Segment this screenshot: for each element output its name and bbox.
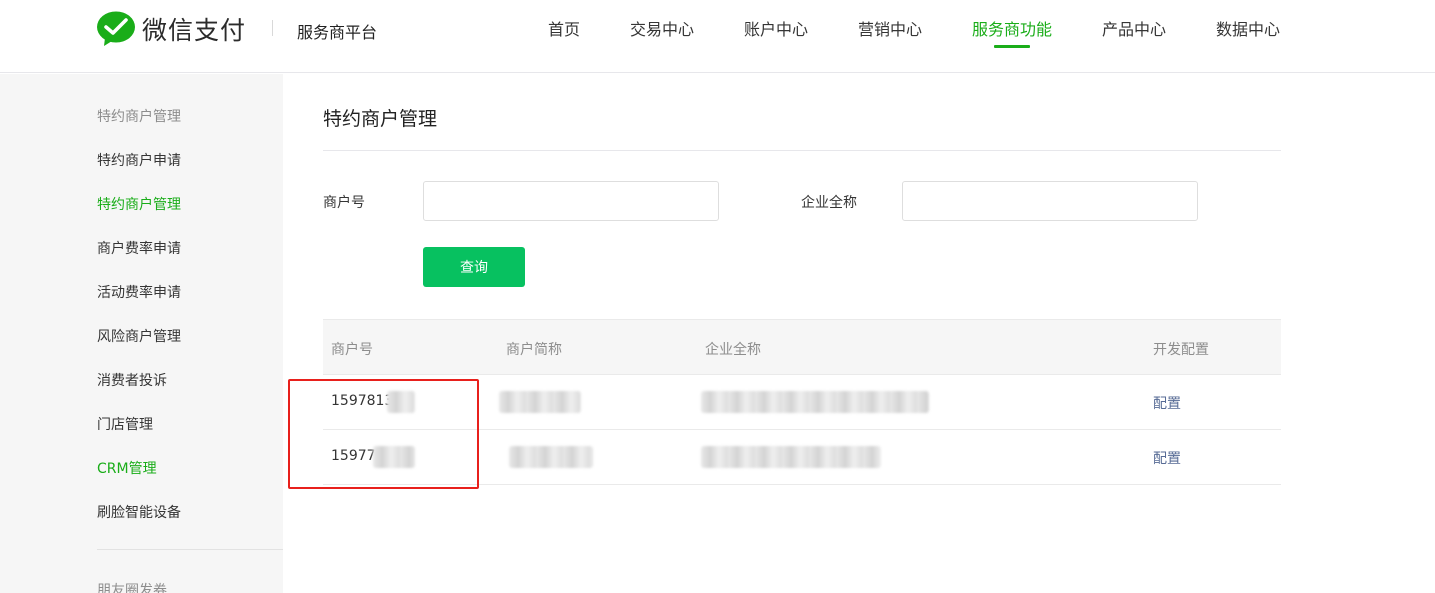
- sidebar-item-merchant-application[interactable]: 特约商户申请: [97, 150, 181, 170]
- sidebar-item-risk-merchant-management[interactable]: 风险商户管理: [97, 326, 181, 346]
- column-header-dev-config: 开发配置: [1153, 342, 1209, 358]
- top-header: 微信支付 服务商平台 首页 交易中心 账户中心 营销中心 服务商功能 产品中心 …: [0, 0, 1435, 73]
- redacted-short-name: [499, 391, 581, 413]
- redacted-short-name: [509, 446, 593, 468]
- nav-service-provider-functions[interactable]: 服务商功能: [972, 16, 1052, 40]
- sidebar-group-title-moments-coupons: 朋友圈发券: [97, 583, 167, 593]
- column-header-company-full-name: 企业全称: [705, 342, 761, 358]
- title-divider: [323, 150, 1281, 151]
- merchant-no-cell: 15977: [331, 448, 376, 464]
- sidebar-item-crm-management[interactable]: CRM管理: [97, 458, 157, 478]
- sidebar-divider: [97, 549, 283, 550]
- redacted-company-name: [701, 446, 881, 468]
- sidebar-item-face-pay-devices[interactable]: 刷脸智能设备: [97, 502, 181, 522]
- nav-home[interactable]: 首页: [548, 16, 580, 40]
- sidebar-item-merchant-management[interactable]: 特约商户管理: [97, 194, 181, 214]
- main-content: 特约商户管理 商户号 企业全称 查询 商户号 商户简称 企业全称 开发配置 15…: [283, 74, 1435, 593]
- logo-divider: [272, 20, 273, 36]
- redacted-merchant-no-suffix: [373, 446, 415, 468]
- company-name-input[interactable]: [902, 181, 1198, 221]
- sidebar-item-consumer-complaints[interactable]: 消费者投诉: [97, 370, 167, 390]
- column-header-merchant-no: 商户号: [331, 342, 373, 358]
- nav-transaction-center[interactable]: 交易中心: [630, 16, 694, 40]
- nav-product-center[interactable]: 产品中心: [1102, 16, 1166, 40]
- table-row: 1597813 配置: [323, 375, 1281, 430]
- nav-account-center[interactable]: 账户中心: [744, 16, 808, 40]
- sidebar: 特约商户管理 特约商户申请 特约商户管理 商户费率申请 活动费率申请 风险商户管…: [0, 74, 283, 593]
- merchant-no-cell: 1597813: [331, 393, 394, 409]
- sidebar-item-fee-rate-application[interactable]: 商户费率申请: [97, 238, 181, 258]
- wechat-pay-logo[interactable]: 微信支付: [96, 10, 246, 48]
- nav-active-underline: [994, 45, 1030, 48]
- merchant-no-input[interactable]: [423, 181, 719, 221]
- sidebar-item-store-management[interactable]: 门店管理: [97, 414, 153, 434]
- sidebar-item-activity-rate-application[interactable]: 活动费率申请: [97, 282, 181, 302]
- redacted-merchant-no-suffix: [387, 391, 415, 413]
- page-title: 特约商户管理: [323, 108, 438, 130]
- wechat-pay-logo-icon: [96, 11, 136, 47]
- merchant-no-label: 商户号: [323, 195, 365, 211]
- nav-data-center[interactable]: 数据中心: [1216, 16, 1280, 40]
- config-link[interactable]: 配置: [1153, 448, 1181, 468]
- query-button[interactable]: 查询: [423, 247, 525, 287]
- sidebar-group-title-merchant-management: 特约商户管理: [97, 109, 181, 125]
- redacted-company-name: [701, 391, 929, 413]
- table-row: 15977 配置: [323, 430, 1281, 485]
- nav-marketing-center[interactable]: 营销中心: [858, 16, 922, 40]
- company-name-label: 企业全称: [801, 195, 857, 211]
- config-link[interactable]: 配置: [1153, 393, 1181, 413]
- platform-name: 服务商平台: [297, 23, 378, 42]
- column-header-merchant-short-name: 商户简称: [506, 342, 562, 358]
- table-header: 商户号 商户简称 企业全称 开发配置: [323, 319, 1281, 375]
- logo-text: 微信支付: [142, 16, 247, 45]
